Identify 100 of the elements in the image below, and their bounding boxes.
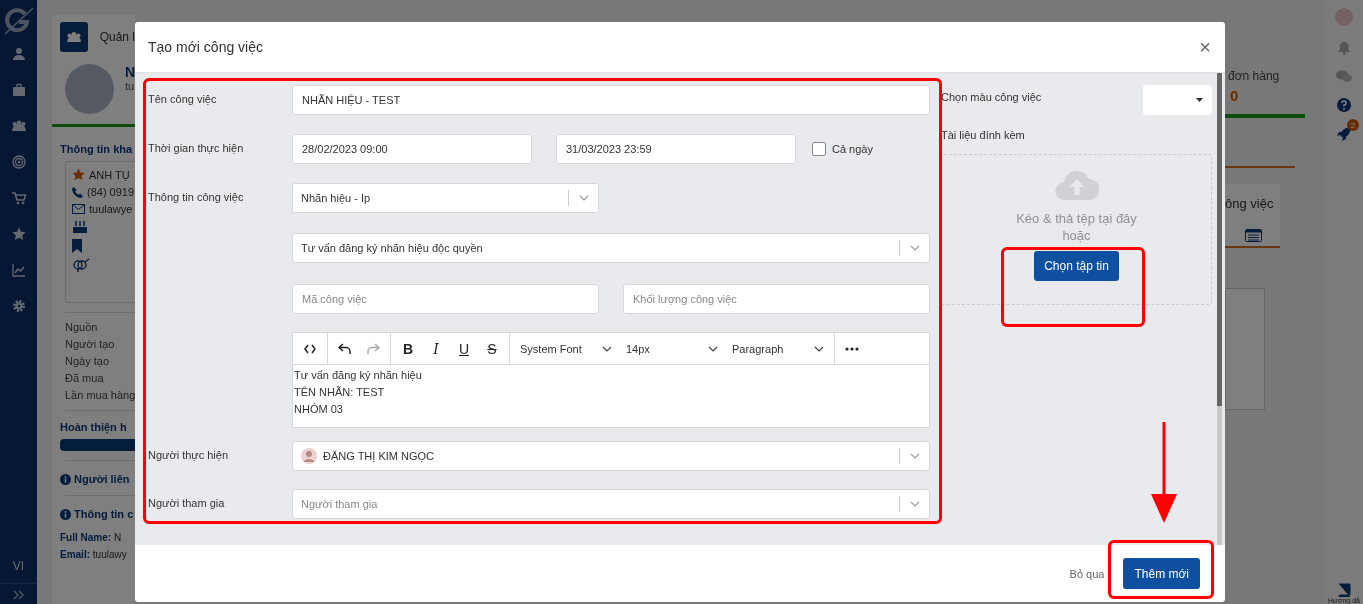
format-dropdown[interactable]: Paragraph	[726, 336, 830, 361]
field-label: Thông tin công việc	[148, 190, 245, 203]
rocket-icon[interactable]	[1337, 127, 1351, 141]
expand-icon[interactable]	[12, 590, 25, 600]
field-label: Lần mua hàng	[65, 389, 135, 401]
format-dropdown[interactable]: 14px	[620, 336, 724, 361]
customer-name: N	[124, 64, 135, 80]
date-field[interactable]: 31/03/2023 23:59	[556, 134, 796, 164]
chevron-icon	[910, 245, 920, 251]
editor-text: Tư vấn đăng ký nhãn hiệu	[294, 368, 423, 383]
contact-phone: (84) 0919	[87, 186, 135, 198]
editor-text: TÊN NHÃN: TEST	[294, 385, 386, 400]
field-label: Tài liệu đính kèm	[941, 128, 1026, 141]
submit-button[interactable]: Thêm mới	[1123, 558, 1200, 589]
caret-icon	[1196, 98, 1203, 102]
field-label: Người tham gia	[148, 496, 226, 509]
choose-file-button[interactable]: Chọn tập tin	[1034, 251, 1119, 281]
chat-icon[interactable]	[1336, 70, 1352, 83]
dropzone-text: Kéo & thả tệp tại đây	[1016, 211, 1137, 226]
info-icon	[60, 508, 71, 520]
chevron-icon	[910, 501, 920, 507]
input-field[interactable]: Mã công việc	[292, 284, 599, 314]
field-label: Ngày tạo	[65, 355, 111, 367]
section-title: Người liên	[74, 473, 130, 485]
star-icon	[72, 168, 85, 181]
underline-button[interactable]: U	[451, 336, 477, 361]
format-dropdown[interactable]: System Font	[514, 336, 618, 361]
notification-badge: 2	[1347, 119, 1359, 131]
phone-icon	[72, 186, 83, 198]
field-label: Thời gian thực hiện	[148, 141, 245, 154]
color-select[interactable]	[1143, 85, 1212, 115]
field-label: Tên công việc	[148, 92, 218, 105]
user-icon[interactable]	[11, 47, 26, 61]
settings-icon[interactable]	[11, 299, 26, 313]
field-label: Nguồn	[65, 321, 99, 333]
group-button[interactable]	[60, 22, 88, 52]
orders-label: đơn hàng	[1227, 69, 1281, 83]
close-button[interactable]: ×	[1199, 37, 1211, 57]
info-row-text: Email: tuulawy	[59, 548, 128, 560]
chevron-icon	[708, 345, 718, 352]
info-row-text: Full Name: N	[59, 531, 123, 543]
editor-text: NHÓM 03	[294, 402, 344, 417]
group-icon	[66, 31, 81, 43]
strike-button[interactable]: S	[479, 336, 505, 361]
select-field[interactable]: Người tham gia	[292, 489, 930, 519]
field-label: Chọn màu công việc	[941, 90, 1042, 103]
undo-icon	[338, 342, 352, 355]
field-label: Người tạo	[65, 338, 116, 350]
chart-icon[interactable]	[11, 263, 26, 277]
logo-icon	[2, 6, 35, 36]
dialog-title: Tạo mới công việc	[148, 39, 263, 55]
chevron-icon	[579, 195, 589, 201]
mail-icon	[72, 204, 85, 214]
avatar-icon	[301, 448, 317, 464]
rich-text-editor[interactable]: B I U S System Font 14px Paragraph Tư vấn đăng ký nhãn hiệu TÊN NHÃN: TEST NHÓM 03	[292, 332, 930, 428]
bookmark-icon	[72, 239, 82, 253]
customer-email: tu	[124, 80, 135, 92]
section-title: Thông tin c	[74, 508, 134, 520]
contact-email: tuulawye	[89, 203, 133, 215]
cart-icon[interactable]	[11, 191, 26, 205]
bold-button[interactable]: B	[395, 336, 421, 361]
tab-label: ông việc	[1225, 196, 1275, 211]
checkbox[interactable]	[812, 142, 826, 156]
more-icon	[845, 346, 859, 351]
checkbox-label: Cả ngày	[832, 143, 873, 155]
briefcase-icon[interactable]	[11, 83, 26, 97]
contact-name: ANH TỤ	[89, 168, 130, 181]
code-icon	[304, 343, 316, 354]
input-field[interactable]: Khối lượng công việc	[623, 284, 930, 314]
dropzone-text: hoặc	[1062, 228, 1091, 243]
list-icon[interactable]	[1245, 229, 1262, 242]
language-label: VI	[12, 559, 25, 573]
section-title: Thông tin kha	[59, 142, 134, 157]
select-field[interactable]: Nhãn hiệu - Ip	[292, 183, 599, 213]
select-field[interactable]: ĐẶNG THỊ KIM NGỌC	[292, 441, 930, 471]
cancel-button[interactable]: Bỏ qua	[1069, 567, 1105, 580]
cloud-upload-icon	[1054, 169, 1099, 201]
file-dropzone[interactable]: Kéo & thả tệp tại đây hoặc Chọn tập tin	[941, 154, 1212, 305]
info-icon	[60, 473, 71, 485]
input-field[interactable]: NHÃN HIỆU - TEST	[292, 85, 930, 115]
date-field[interactable]: 28/02/2023 09:00	[292, 134, 532, 164]
chevron-icon	[910, 453, 920, 459]
gender-icon	[72, 258, 90, 272]
target-icon[interactable]	[11, 155, 26, 169]
orders-count: 0	[1229, 86, 1240, 104]
star-icon[interactable]	[11, 227, 26, 241]
avatar-placeholder	[65, 64, 114, 114]
help-icon[interactable]	[1337, 98, 1351, 112]
cake-icon	[72, 220, 88, 234]
chevron-icon	[814, 345, 824, 352]
field-label: Người thực hiện	[148, 448, 230, 461]
breadcrumb-text: Quản l	[99, 30, 135, 44]
redo-icon	[366, 342, 380, 355]
chevron-icon	[602, 345, 612, 352]
field-label: Đã mua	[65, 372, 105, 384]
bell-icon[interactable]	[1337, 41, 1351, 55]
scrollbar[interactable]	[1217, 73, 1222, 545]
select-field[interactable]: Tư vấn đăng ký nhãn hiệu độc quyền	[292, 233, 930, 263]
group-icon[interactable]	[11, 119, 26, 133]
italic-button[interactable]: I	[423, 336, 449, 361]
